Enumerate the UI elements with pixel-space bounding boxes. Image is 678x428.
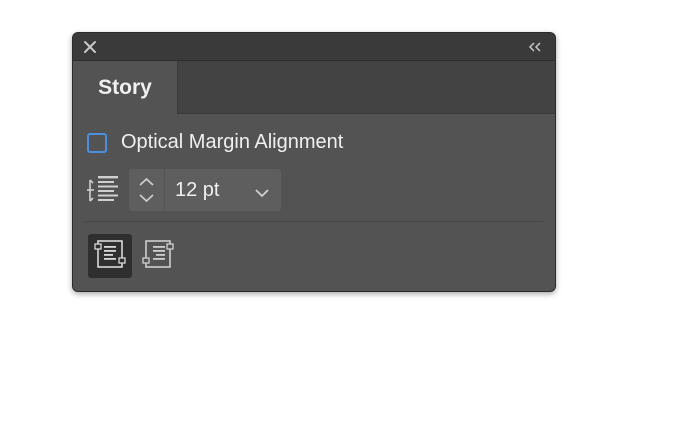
text-frame-center-button[interactable] <box>88 234 132 278</box>
size-input[interactable]: 12 pt <box>165 169 281 211</box>
optical-margin-checkbox[interactable] <box>87 132 107 153</box>
panel-tabbar: Story <box>73 61 555 114</box>
double-chevron-left-icon[interactable] <box>527 40 543 54</box>
text-frame-right-icon <box>141 238 175 275</box>
size-row: 12 pt <box>85 169 281 211</box>
close-icon[interactable] <box>83 40 97 54</box>
text-frame-right-button[interactable] <box>136 234 180 278</box>
optical-margin-row: Optical Margin Alignment <box>87 131 343 154</box>
frame-options-row <box>88 234 180 278</box>
stepper-arrows-icon <box>139 177 154 203</box>
chevron-down-icon[interactable] <box>253 183 271 198</box>
text-frame-center-icon <box>93 238 127 275</box>
divider <box>85 221 543 222</box>
optical-margin-label[interactable]: Optical Margin Alignment <box>121 131 343 154</box>
size-stepper[interactable] <box>129 169 164 211</box>
tab-story-label: Story <box>98 75 152 99</box>
leading-size-icon <box>85 174 119 206</box>
panel-titlebar[interactable] <box>73 33 555 61</box>
tab-story[interactable]: Story <box>73 61 178 114</box>
size-value: 12 pt <box>175 178 220 201</box>
story-panel: Story Optical Margin Alignment 12 pt <box>72 32 556 292</box>
